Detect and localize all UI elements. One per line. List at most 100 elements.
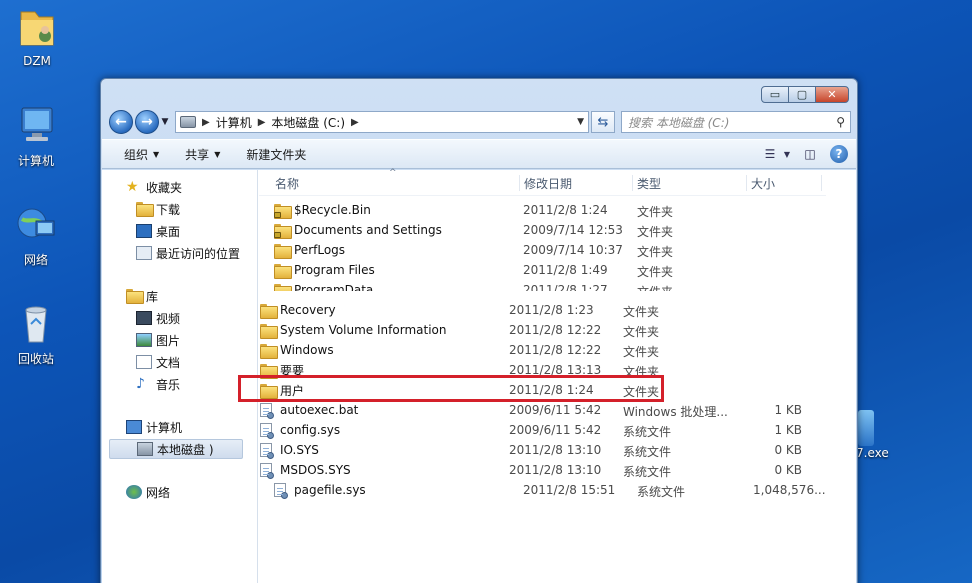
minimize-button[interactable]: ▭ <box>761 86 789 103</box>
file-type-cell: 文件夹 <box>637 225 674 239</box>
breadcrumb-computer[interactable]: 计算机 <box>216 114 252 131</box>
nav-computer[interactable]: 计算机 <box>126 417 182 437</box>
nav-documents[interactable]: 文档 <box>136 352 180 372</box>
nav-label: 下载 <box>156 202 181 217</box>
share-button[interactable]: 共享 ▼ <box>185 146 220 163</box>
file-row[interactable]: IO.SYS 2011/2/8 13:10 系统文件 0 KB <box>260 440 820 460</box>
back-button[interactable]: ← <box>109 110 133 134</box>
refresh-button[interactable]: ⇆ <box>591 111 615 133</box>
nav-music[interactable]: ♪ 音乐 <box>136 374 180 394</box>
file-row[interactable]: Program Files 2011/2/8 1:49 文件夹 <box>274 260 774 280</box>
column-name[interactable]: 名称 <box>271 175 299 191</box>
file-type-cell: 文件夹 <box>637 205 674 219</box>
file-icon <box>260 403 278 419</box>
file-row[interactable]: Documents and Settings 2009/7/14 12:53 文件夹 <box>274 220 774 240</box>
nav-videos[interactable]: 视频 <box>136 308 180 328</box>
back-arrow-icon: ← <box>115 114 127 130</box>
breadcrumb-separator-icon[interactable]: ▶ <box>202 117 210 128</box>
file-row[interactable]: MSDOS.SYS 2011/2/8 13:10 系统文件 0 KB <box>260 460 820 480</box>
column-modified[interactable]: 修改日期 <box>519 175 572 191</box>
caption-buttons: ▭ ▢ ✕ <box>761 86 849 103</box>
file-name: Recovery <box>280 303 336 317</box>
column-size[interactable]: 大小 <box>746 175 775 191</box>
breadcrumb-separator-icon[interactable]: ▶ <box>351 117 359 128</box>
forward-button[interactable]: → <box>135 110 159 134</box>
file-row[interactable]: 用户 2011/2/8 1:24 文件夹 <box>260 380 820 400</box>
file-type-cell: 文件夹 <box>623 385 660 399</box>
breadcrumb-separator-icon[interactable]: ▶ <box>258 117 266 128</box>
close-button[interactable]: ✕ <box>815 86 849 103</box>
view-dropdown[interactable]: ▼ <box>782 144 792 164</box>
nav-label: 最近访问的位置 <box>156 246 241 261</box>
organize-button[interactable]: 组织 ▼ <box>124 146 159 163</box>
nav-label: 桌面 <box>156 224 181 239</box>
file-row[interactable]: $Recycle.Bin 2011/2/8 1:24 文件夹 <box>274 200 774 220</box>
breadcrumb-local-disk[interactable]: 本地磁盘 (C:) <box>271 114 345 131</box>
file-name: 用户 <box>280 383 305 398</box>
nav-label: 库 <box>146 289 159 304</box>
sort-ascending-icon: ^ <box>389 168 397 178</box>
folder-icon <box>274 263 292 279</box>
recent-places-icon <box>136 246 152 260</box>
nav-local-disk[interactable]: 本地磁盘 ) <box>109 439 243 459</box>
folder-icon <box>260 323 278 339</box>
desktop-icon-computer[interactable]: 计算机 <box>6 104 66 169</box>
nav-downloads[interactable]: 下载 <box>136 199 180 219</box>
address-history-dropdown-icon[interactable]: ▼ <box>577 117 584 127</box>
file-name-cell: Program Files <box>274 263 375 279</box>
nav-network[interactable]: 网络 <box>126 482 170 502</box>
nav-label: 计算机 <box>146 420 183 435</box>
file-row[interactable]: System Volume Information 2011/2/8 12:22 文… <box>260 320 820 340</box>
maximize-icon: ▢ <box>796 88 808 101</box>
view-options-button[interactable]: ☰ <box>758 144 782 164</box>
help-icon: ? <box>835 147 843 161</box>
desktop-icon-network[interactable]: 网络 <box>6 203 66 268</box>
nav-pictures[interactable]: 图片 <box>136 330 180 350</box>
column-label: 修改日期 <box>524 177 573 191</box>
file-row[interactable]: pagefile.sys 2011/2/8 15:51 系统文件 1,048,576.… <box>274 480 834 500</box>
file-row[interactable]: 要要 2011/2/8 13:13 文件夹 <box>260 360 820 380</box>
file-name-cell: PerfLogs <box>274 243 345 259</box>
nav-recent-places[interactable]: 最近访问的位置 <box>136 243 240 263</box>
nav-label: 图片 <box>156 333 181 348</box>
file-name-cell: $Recycle.Bin <box>274 203 371 219</box>
file-type-cell: 文件夹 <box>637 265 674 279</box>
file-name-cell: IO.SYS <box>260 443 319 459</box>
file-row[interactable]: Recovery 2011/2/8 1:23 文件夹 <box>260 300 820 320</box>
nav-favorites[interactable]: ★ 收藏夹 <box>126 177 182 197</box>
file-type-cell: 系统文件 <box>637 485 686 499</box>
folder-icon <box>274 223 292 239</box>
help-button[interactable]: ? <box>830 145 848 163</box>
maximize-button[interactable]: ▢ <box>788 86 816 103</box>
nav-desktop[interactable]: 桌面 <box>136 221 180 241</box>
file-size-cell: 1 KB <box>774 423 802 437</box>
forward-arrow-icon: → <box>141 114 153 130</box>
search-input[interactable]: 搜索 本地磁盘 (C:) ⚲ <box>621 111 851 133</box>
desktop-icon-dzm[interactable]: DZM <box>7 6 67 68</box>
new-folder-button[interactable]: 新建文件夹 <box>246 146 306 163</box>
desktop-icon-exe-partial[interactable]: 7.exe <box>856 410 889 460</box>
column-type[interactable]: 类型 <box>632 175 661 191</box>
preview-pane-button[interactable]: ◫ <box>798 144 822 164</box>
file-row[interactable]: autoexec.bat 2009/6/11 5:42 Windows 批处理...… <box>260 400 820 420</box>
network-globe-icon <box>14 203 58 247</box>
address-bar[interactable]: ▶ 计算机 ▶ 本地磁盘 (C:) ▶ ▼ <box>175 111 589 133</box>
file-modified-cell: 2011/2/8 13:10 <box>509 443 602 457</box>
file-name-cell: Windows <box>260 343 334 359</box>
file-name: autoexec.bat <box>280 403 359 417</box>
organize-label: 组织 <box>124 147 149 162</box>
file-name: 要要 <box>280 363 305 378</box>
column-divider[interactable] <box>821 175 826 191</box>
desktop-icon-recycle-bin[interactable]: 回收站 <box>6 302 66 367</box>
nav-libraries[interactable]: 库 <box>126 286 158 306</box>
nav-label: 视频 <box>156 311 181 326</box>
search-icon[interactable]: ⚲ <box>836 115 845 129</box>
documents-icon <box>136 355 152 369</box>
recent-pages-dropdown[interactable]: ▼ <box>159 117 171 127</box>
address-row: ← → ▼ ▶ 计算机 ▶ 本地磁盘 (C:) ▶ ▼ ⇆ 搜索 本地磁盘 (C… <box>109 109 851 135</box>
file-row[interactable]: config.sys 2009/6/11 5:42 系统文件 1 KB <box>260 420 820 440</box>
music-note-icon: ♪ <box>136 376 145 392</box>
desktop-icon-label: DZM <box>23 54 51 68</box>
file-row[interactable]: PerfLogs 2009/7/14 10:37 文件夹 <box>274 240 774 260</box>
file-row[interactable]: Windows 2011/2/8 12:22 文件夹 <box>260 340 820 360</box>
